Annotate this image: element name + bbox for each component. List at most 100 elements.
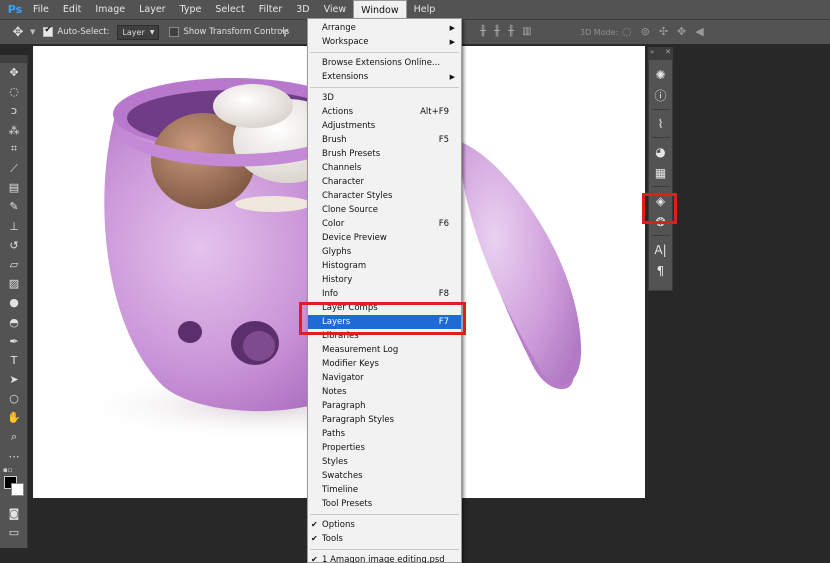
orbit-icon[interactable]: ◌ <box>622 25 632 38</box>
move-tool-icon[interactable]: ✥ <box>6 25 30 40</box>
menu-file[interactable]: File <box>26 0 56 19</box>
history-brush-icon[interactable]: ↺ <box>0 236 28 255</box>
menu-type[interactable]: Type <box>173 0 209 19</box>
menu-item-channels[interactable]: Channels <box>308 161 461 175</box>
menu-item-measurement-log[interactable]: Measurement Log <box>308 343 461 357</box>
character-icon[interactable]: A| <box>650 239 672 260</box>
menu-image[interactable]: Image <box>88 0 132 19</box>
hand-icon[interactable]: ✋ <box>0 408 28 427</box>
menu-item-brush-presets[interactable]: Brush Presets <box>308 147 461 161</box>
type-icon[interactable]: T <box>0 351 28 370</box>
menu-item-notes[interactable]: Notes <box>308 385 461 399</box>
menu-view[interactable]: View <box>317 0 354 19</box>
panel-grip[interactable] <box>0 55 27 63</box>
menu-item-paragraph[interactable]: Paragraph <box>308 399 461 413</box>
shortcut-label: Alt+F9 <box>420 107 449 117</box>
menu-layer[interactable]: Layer <box>132 0 173 19</box>
paths-icon[interactable]: ⌇ <box>650 113 672 134</box>
chevron-down-icon[interactable]: ▼ <box>30 28 35 36</box>
menu-item-properties[interactable]: Properties <box>308 441 461 455</box>
menu-item-3d[interactable]: 3D <box>308 91 461 105</box>
distribute-icon[interactable]: ╫ <box>480 26 486 37</box>
crop-icon[interactable]: ⌗ <box>0 140 28 159</box>
distribute-icon[interactable]: ╫ <box>494 26 500 37</box>
close-icon[interactable]: ✕ <box>665 48 671 56</box>
dodge-icon[interactable]: ◓ <box>0 312 28 331</box>
auto-align-icon[interactable]: ▥ <box>522 26 531 37</box>
auto-select-checkbox[interactable] <box>43 25 54 37</box>
move-icon[interactable]: ✥ <box>0 63 28 82</box>
magic-wand-icon[interactable]: ⁂ <box>0 121 28 140</box>
gradient-icon[interactable]: ▨ <box>0 274 28 293</box>
menu-item-character[interactable]: Character <box>308 175 461 189</box>
transform-controls-label: Show Transform Controls <box>183 27 290 37</box>
menu-item-paragraph-styles[interactable]: Paragraph Styles <box>308 413 461 427</box>
menu-item-glyphs[interactable]: Glyphs <box>308 245 461 259</box>
grid-icon[interactable]: ▦ <box>650 162 672 183</box>
menu-item-info[interactable]: Info F8 <box>308 287 461 301</box>
menu-item-styles[interactable]: Styles <box>308 455 461 469</box>
menu-item-color[interactable]: Color F6 <box>308 217 461 231</box>
eraser-icon[interactable]: ▱ <box>0 255 28 274</box>
more-icon[interactable]: ⋯ <box>0 447 28 466</box>
menu-item-label: Brush <box>322 135 347 145</box>
pen-icon[interactable]: ✒ <box>0 332 28 351</box>
menu-item-options[interactable]: ✔ Options <box>308 518 461 532</box>
menu-item-histogram[interactable]: Histogram <box>308 259 461 273</box>
menu-item-brush[interactable]: Brush F5 <box>308 133 461 147</box>
quick-mask-icon[interactable]: ◙ <box>0 504 28 523</box>
lasso-icon[interactable]: ↄ <box>0 101 28 120</box>
eyedropper-icon[interactable]: ⟋ <box>0 159 28 178</box>
adjust-sun-icon[interactable]: ✺ <box>650 64 672 85</box>
align-top-icon[interactable]: ┳ <box>282 26 288 37</box>
collapse-icon[interactable]: » <box>650 48 654 56</box>
menu-item-adjustments[interactable]: Adjustments <box>308 119 461 133</box>
marquee-icon[interactable]: ◌ <box>0 82 28 101</box>
menu-item-navigator[interactable]: Navigator <box>308 371 461 385</box>
paragraph-icon[interactable]: ¶ <box>650 260 672 281</box>
info-icon[interactable]: ⓘ <box>650 85 672 106</box>
menu-item-character-styles[interactable]: Character Styles <box>308 189 461 203</box>
menu-item-history[interactable]: History <box>308 273 461 287</box>
menu-item-tool-presets[interactable]: Tool Presets <box>308 497 461 511</box>
roll-icon[interactable]: ⊚ <box>641 25 650 38</box>
distribute-icon[interactable]: ╫ <box>508 26 514 37</box>
menu-item-workspace[interactable]: Workspace ▶ <box>308 35 461 49</box>
healing-icon[interactable]: ▤ <box>0 178 28 197</box>
zoom-icon[interactable]: ⌕ <box>0 428 28 447</box>
dock-collapse-bar[interactable]: » ✕ <box>648 47 673 59</box>
menu-item-arrange[interactable]: Arrange ▶ <box>308 21 461 35</box>
menu-item-paths[interactable]: Paths <box>308 427 461 441</box>
camera-icon[interactable]: ◀ <box>695 25 703 38</box>
slide-icon[interactable]: ✥ <box>677 25 686 38</box>
path-select-icon[interactable]: ➤ <box>0 370 28 389</box>
menu-item-timeline[interactable]: Timeline <box>308 483 461 497</box>
drag-icon[interactable]: ✣ <box>659 25 668 38</box>
menu-item-extensions[interactable]: Extensions ▶ <box>308 70 461 84</box>
brush-icon[interactable]: ✎ <box>0 197 28 216</box>
ellipse-icon[interactable]: ○ <box>0 389 28 408</box>
menu-help[interactable]: Help <box>407 0 443 19</box>
screen-mode-icon[interactable]: ▭ <box>0 523 28 542</box>
color-palette-icon[interactable]: ◕ <box>650 141 672 162</box>
menu-3d[interactable]: 3D <box>289 0 316 19</box>
menu-item-actions[interactable]: Actions Alt+F9 <box>308 105 461 119</box>
default-colors-icon[interactable]: ▪▫ <box>3 466 13 474</box>
clone-stamp-icon[interactable]: ⊥ <box>0 217 28 236</box>
menu-item-browse-extensions-online[interactable]: Browse Extensions Online... <box>308 56 461 70</box>
menu-edit[interactable]: Edit <box>56 0 88 19</box>
menu-item-device-preview[interactable]: Device Preview <box>308 231 461 245</box>
menu-item-tools[interactable]: ✔ Tools <box>308 532 461 546</box>
menu-window[interactable]: Window <box>353 0 407 19</box>
menu-item-1-amagon-image-editing-psd[interactable]: ✔ 1 Amagon image editing.psd <box>308 553 461 563</box>
menu-item-modifier-keys[interactable]: Modifier Keys <box>308 357 461 371</box>
menu-select[interactable]: Select <box>208 0 251 19</box>
menu-filter[interactable]: Filter <box>252 0 290 19</box>
blur-icon[interactable]: ● <box>0 293 28 312</box>
shortcut-label: F6 <box>438 219 449 229</box>
menu-item-swatches[interactable]: Swatches <box>308 469 461 483</box>
background-color-swatch[interactable] <box>11 482 24 496</box>
transform-controls-checkbox[interactable] <box>169 27 180 37</box>
menu-item-clone-source[interactable]: Clone Source <box>308 203 461 217</box>
auto-select-dropdown[interactable]: Layer ▼ <box>117 24 160 40</box>
